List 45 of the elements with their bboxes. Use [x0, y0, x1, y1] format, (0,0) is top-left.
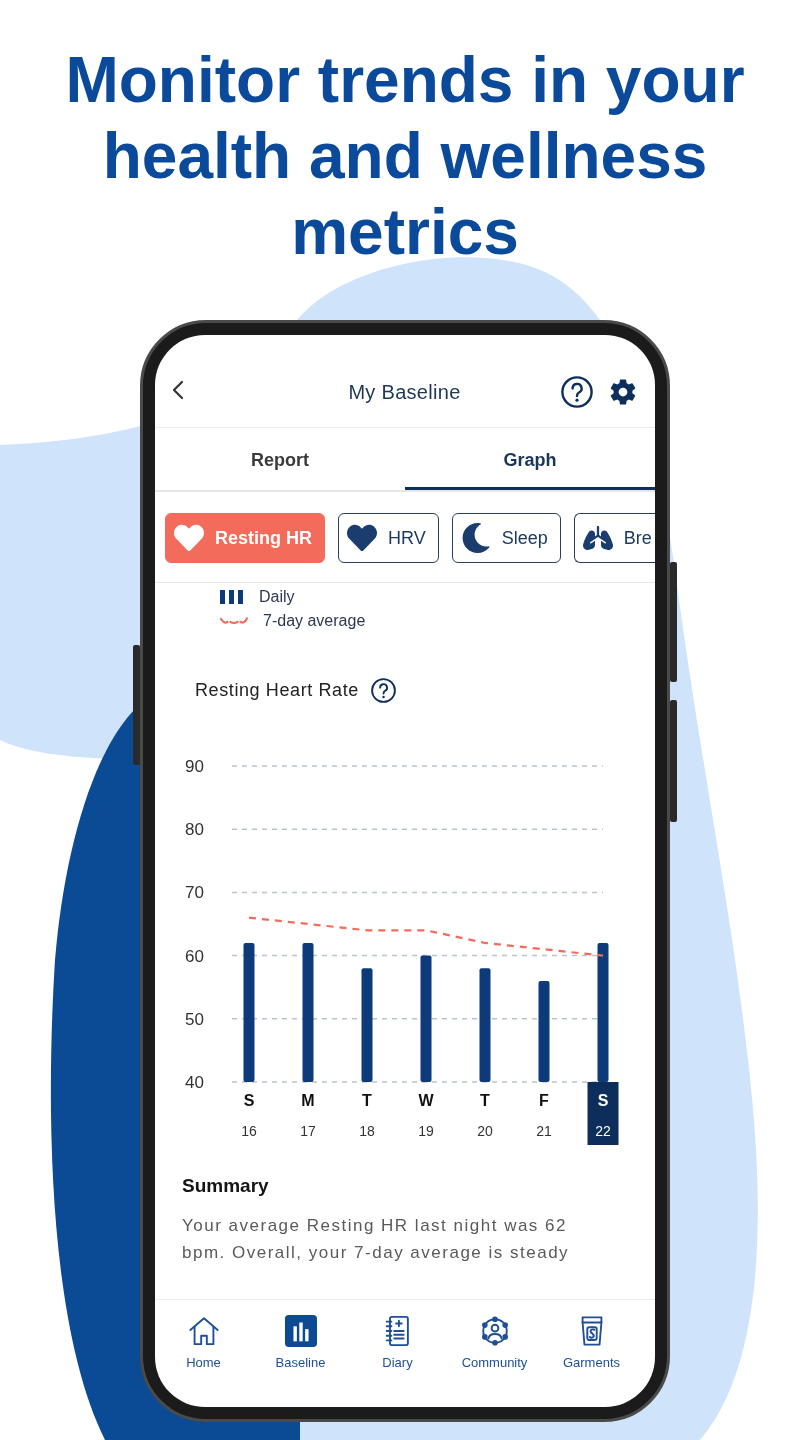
nav-tab[interactable]: Community	[446, 1315, 543, 1373]
moon-icon	[460, 523, 491, 553]
summary-heading: Summary	[182, 1174, 269, 1198]
legend-label: Daily	[259, 588, 295, 606]
y-axis-label: 70	[185, 883, 204, 903]
legend-label: 7-day average	[263, 612, 366, 630]
y-axis-label: 60	[185, 946, 204, 966]
screen-title: My Baseline	[348, 380, 461, 404]
date-label: 17	[300, 1123, 316, 1139]
day-label: M	[301, 1092, 315, 1109]
headline: Monitor trends in your health and wellness metrics	[64, 43, 746, 270]
chart-title: Resting Heart Rate	[195, 679, 359, 701]
day-label: S	[243, 1092, 255, 1109]
y-axis-label: 80	[185, 820, 204, 840]
tab[interactable]: Report	[155, 428, 405, 490]
heart-icon	[347, 523, 377, 553]
date-label: 18	[359, 1123, 375, 1139]
tab[interactable]: Graph	[405, 428, 655, 490]
metric-chip[interactable]: HRV	[338, 513, 439, 563]
nav-tab[interactable]: Home	[155, 1315, 252, 1373]
day-label: W	[418, 1092, 434, 1109]
date-label: 16	[241, 1123, 257, 1139]
day-label: S	[597, 1092, 609, 1109]
date-label: 20	[477, 1123, 493, 1139]
metric-chip[interactable]: Sleep	[451, 513, 561, 563]
date-label: 21	[536, 1123, 552, 1139]
y-axis-label: 90	[185, 757, 204, 776]
day-label: F	[539, 1092, 549, 1109]
heart-icon	[174, 523, 204, 553]
nav-tab[interactable]: Diary	[349, 1315, 446, 1373]
nav-tab[interactable]: Garments	[543, 1315, 640, 1373]
y-axis-label: 50	[185, 1009, 204, 1029]
help-icon[interactable]	[561, 376, 593, 408]
summary-text: Your average Resting HR last night was 62 bpm. Overall, your 7-day average is steady	[182, 1215, 571, 1264]
date-label: 19	[418, 1123, 434, 1139]
help-icon[interactable]	[370, 677, 396, 703]
date-label: 22	[595, 1123, 611, 1139]
y-axis-label: 40	[185, 1073, 204, 1092]
day-label: T	[362, 1092, 372, 1109]
nav-tab[interactable]: Baseline	[252, 1315, 349, 1373]
lungs-icon	[582, 523, 613, 553]
day-label: T	[480, 1092, 490, 1109]
settings-icon[interactable]	[609, 378, 637, 406]
metric-chip[interactable]: Bre	[573, 513, 655, 563]
back-icon[interactable]	[172, 380, 184, 400]
